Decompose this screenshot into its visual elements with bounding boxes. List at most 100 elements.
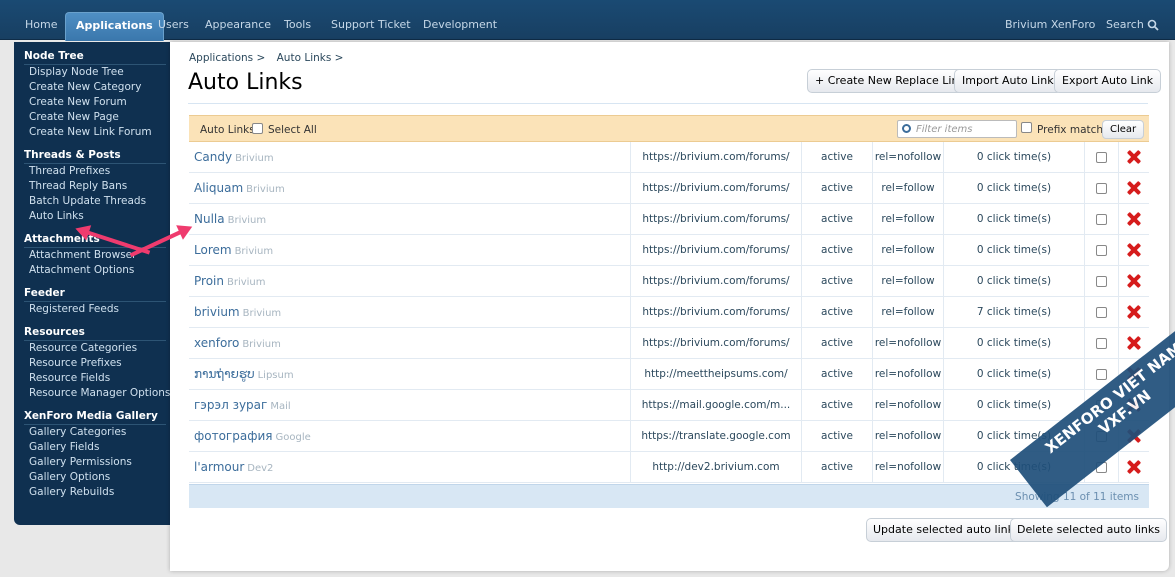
breadcrumb-auto-links[interactable]: Auto Links > xyxy=(277,52,344,64)
sidebar-link[interactable]: Resource Manager Options xyxy=(24,386,170,401)
sidebar-link[interactable]: Auto Links xyxy=(24,209,170,224)
link-title[interactable]: фотография xyxy=(194,429,273,443)
delete-button[interactable] xyxy=(1119,235,1149,266)
sidebar-link[interactable]: Resource Fields xyxy=(24,371,170,386)
delete-button[interactable] xyxy=(1119,142,1149,173)
link-url: https://mail.google.com/m... xyxy=(630,390,802,421)
sidebar-link[interactable]: Gallery Fields xyxy=(24,440,170,455)
sidebar-link[interactable]: Gallery Categories xyxy=(24,425,170,440)
row-checkbox[interactable] xyxy=(1085,204,1119,235)
tab-home[interactable]: Home xyxy=(25,18,57,31)
tab-users[interactable]: Users xyxy=(158,18,189,31)
link-word[interactable]: brivium Brivium xyxy=(194,297,281,328)
sidebar-link[interactable]: Attachment Options xyxy=(24,263,170,278)
delete-button[interactable] xyxy=(1119,297,1149,328)
link-rel: rel=nofollow xyxy=(873,359,944,390)
link-word[interactable]: Candy Brivium xyxy=(194,142,274,173)
delete-button[interactable] xyxy=(1119,452,1149,483)
prefix-match-label: Prefix match xyxy=(1037,124,1104,136)
row-checkbox[interactable] xyxy=(1085,235,1119,266)
table-row: Lorem Brivium https://brivium.com/forums/a… xyxy=(189,235,1149,266)
sidebar-link[interactable]: Thread Reply Bans xyxy=(24,179,170,194)
delete-button[interactable] xyxy=(1119,266,1149,297)
delete-icon xyxy=(1127,336,1141,350)
sidebar-link[interactable]: Gallery Rebuilds xyxy=(24,485,170,500)
delete-button[interactable] xyxy=(1119,204,1149,235)
link-title[interactable]: l'armour xyxy=(194,460,244,474)
link-status: active xyxy=(802,204,873,235)
row-checkbox[interactable] xyxy=(1085,266,1119,297)
link-title[interactable]: ການຖ່າຍຮູບ xyxy=(194,367,255,381)
link-url: https://brivium.com/forums/ xyxy=(630,328,802,359)
link-title[interactable]: гэрэл зураг xyxy=(194,398,267,412)
tab-development[interactable]: Development xyxy=(423,18,497,31)
link-word[interactable]: Nulla Brivium xyxy=(194,204,266,235)
link-word[interactable]: Aliquam Brivium xyxy=(194,173,285,204)
sidebar-link[interactable]: Gallery Permissions xyxy=(24,455,170,470)
sidebar-link[interactable]: Resource Categories xyxy=(24,341,170,356)
row-checkbox[interactable] xyxy=(1085,328,1119,359)
search-link[interactable]: Search xyxy=(1106,18,1159,31)
sidebar-link[interactable]: Batch Update Threads xyxy=(24,194,170,209)
link-group: Mail xyxy=(270,401,291,412)
tab-support-ticket[interactable]: Support Ticket xyxy=(331,18,411,31)
tab-applications[interactable]: Applications xyxy=(65,12,164,41)
filter-input[interactable]: Filter items xyxy=(897,120,1017,138)
board-link[interactable]: Brivium XenForo xyxy=(1005,18,1095,31)
sidebar-link[interactable]: Registered Feeds xyxy=(24,302,170,317)
row-checkbox[interactable] xyxy=(1085,173,1119,204)
import-auto-link-button[interactable]: Import Auto Link xyxy=(954,69,1062,93)
link-title[interactable]: Nulla xyxy=(194,212,225,226)
link-title[interactable]: Lorem xyxy=(194,243,232,257)
select-all-checkbox[interactable] xyxy=(252,122,263,134)
link-title[interactable]: Proin xyxy=(194,274,224,288)
clear-button[interactable]: Clear xyxy=(1102,120,1145,139)
sidebar-section: Feeder Registered Feeds xyxy=(24,287,170,317)
link-status: active xyxy=(802,235,873,266)
link-title[interactable]: Aliquam xyxy=(194,181,243,195)
sidebar-link[interactable]: Create New Forum xyxy=(24,95,170,110)
breadcrumb-applications[interactable]: Applications > xyxy=(189,52,265,64)
sidebar-link[interactable]: Display Node Tree xyxy=(24,65,170,80)
sidebar-link[interactable]: Create New Category xyxy=(24,80,170,95)
sidebar-link[interactable]: Thread Prefixes xyxy=(24,164,170,179)
link-url: https://brivium.com/forums/ xyxy=(630,204,802,235)
delete-icon xyxy=(1127,460,1141,474)
link-rel: rel=nofollow xyxy=(873,142,944,173)
link-title[interactable]: brivium xyxy=(194,305,240,319)
sidebar-link[interactable]: Gallery Options xyxy=(24,470,170,485)
link-word[interactable]: Proin Brivium xyxy=(194,266,266,297)
tab-tools[interactable]: Tools xyxy=(284,18,311,31)
row-checkbox[interactable] xyxy=(1085,142,1119,173)
delete-button[interactable] xyxy=(1119,173,1149,204)
link-word[interactable]: фотография Google xyxy=(194,421,311,452)
sidebar-heading: Threads & Posts xyxy=(24,149,166,164)
update-selected-button[interactable]: Update selected auto links xyxy=(866,518,1027,542)
link-word[interactable]: Lorem Brivium xyxy=(194,235,273,266)
sidebar-link[interactable]: Resource Prefixes xyxy=(24,356,170,371)
sidebar-link[interactable]: Create New Page xyxy=(24,110,170,125)
sidebar-link[interactable]: Create New Link Forum xyxy=(24,125,170,140)
tab-appearance[interactable]: Appearance xyxy=(205,18,271,31)
prefix-match-checkbox[interactable] xyxy=(1021,121,1032,133)
link-word[interactable]: гэрэл зураг Mail xyxy=(194,390,291,421)
create-new-replace-link-button[interactable]: + Create New Replace Link xyxy=(807,69,973,93)
title-divider xyxy=(188,103,1148,104)
link-url: http://dev2.brivium.com xyxy=(630,452,802,483)
link-word[interactable]: xenforo Brivium xyxy=(194,328,281,359)
row-checkbox[interactable] xyxy=(1085,297,1119,328)
link-group: Brivium xyxy=(242,339,281,350)
link-word[interactable]: ການຖ່າຍຮູບ Lipsum xyxy=(194,359,294,390)
link-title[interactable]: xenforo xyxy=(194,336,239,350)
table-row: brivium Brivium https://brivium.com/forums… xyxy=(189,297,1149,328)
link-rel: rel=follow xyxy=(873,297,944,328)
link-word[interactable]: l'armour Dev2 xyxy=(194,452,273,483)
link-clicks: 0 click time(s) xyxy=(944,142,1085,173)
link-title[interactable]: Candy xyxy=(194,150,232,164)
link-rel: rel=follow xyxy=(873,235,944,266)
export-auto-link-button[interactable]: Export Auto Link xyxy=(1054,69,1162,93)
link-clicks: 0 click time(s) xyxy=(944,173,1085,204)
link-status: active xyxy=(802,390,873,421)
delete-selected-button[interactable]: Delete selected auto links xyxy=(1010,518,1168,542)
link-clicks: 0 click time(s) xyxy=(944,235,1085,266)
